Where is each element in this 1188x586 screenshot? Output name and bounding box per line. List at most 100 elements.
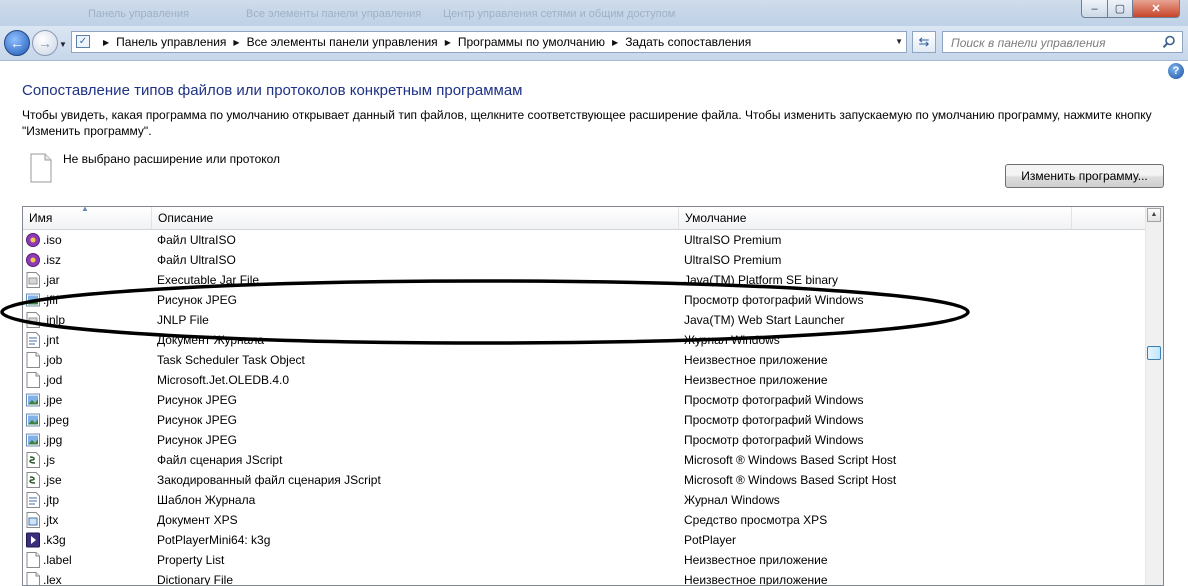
table-row[interactable]: .jpe Рисунок JPEG Просмотр фотографий Wind… — [23, 390, 1147, 410]
cell-name: .jtp — [43, 493, 60, 507]
table-row[interactable]: .job Task Scheduler Task Object Неизвестно… — [23, 350, 1147, 370]
cell-description: Рисунок JPEG — [157, 433, 237, 447]
image-file-icon — [26, 413, 40, 427]
cell-name: .k3g — [43, 533, 66, 547]
image-file-icon — [26, 393, 40, 407]
cell-default: Журнал Windows — [684, 333, 780, 347]
journal-file-icon — [26, 332, 40, 348]
cell-default: Неизвестное приложение — [684, 553, 828, 567]
cell-description: Файл UltraISO — [157, 253, 236, 267]
column-header-description[interactable]: Описание — [152, 207, 679, 229]
cell-description: Executable Jar File — [157, 273, 260, 287]
ghost-crumb: Все элементы панели управления — [246, 8, 422, 20]
cell-default: Microsoft ® Windows Based Script Host — [684, 473, 897, 487]
chevron-right-icon[interactable]: ▶ — [103, 38, 109, 47]
table-row[interactable]: .js Файл сценария JScript Microsoft ® Wind… — [23, 450, 1147, 470]
cell-description: Документ Журнала — [157, 333, 265, 347]
table-row[interactable]: .jfif Рисунок JPEG Просмотр фотографий Win… — [23, 290, 1147, 310]
cell-description: Рисунок JPEG — [157, 293, 237, 307]
table-row[interactable]: .jnt Документ Журнала Журнал Windows — [23, 330, 1147, 350]
blank-file-icon — [26, 552, 40, 568]
search-input[interactable] — [949, 34, 1153, 52]
cell-name: .jse — [43, 473, 62, 487]
cell-description: Файл сценария JScript — [157, 453, 283, 467]
scrollbar-thumb[interactable] — [1147, 346, 1161, 360]
cell-default: Средство просмотра XPS — [684, 513, 828, 527]
table-row[interactable]: .label Property List Неизвестное приложени… — [23, 550, 1147, 570]
ultraiso-icon — [26, 233, 40, 247]
table-row[interactable]: .iso Файл UltraISO UltraISO Premium — [23, 230, 1147, 250]
chevron-right-icon[interactable]: ▶ — [233, 38, 239, 47]
script-file-icon — [26, 472, 40, 488]
table-row[interactable]: .k3g PotPlayerMini64: k3g PotPlayer — [23, 530, 1147, 550]
address-dropdown-icon[interactable]: ▼ — [895, 37, 903, 46]
cell-default: UltraISO Premium — [684, 233, 782, 247]
file-association-list[interactable]: Имя ▲ Описание Умолчание .iso Файл UltraI… — [22, 206, 1164, 586]
table-row[interactable]: .jpg Рисунок JPEG Просмотр фотографий Wind… — [23, 430, 1147, 450]
window-controls: – ▢ ✕ — [1081, 0, 1180, 18]
cell-description: Закодированный файл сценария JScript — [157, 473, 381, 487]
cell-name: .jtx — [43, 513, 59, 527]
table-row[interactable]: .jod Microsoft.Jet.OLEDB.4.0 Неизвестное п… — [23, 370, 1147, 390]
maximize-button[interactable]: ▢ — [1108, 0, 1133, 18]
cell-default: Java(TM) Platform SE binary — [684, 273, 839, 287]
cell-name: .lex — [43, 573, 62, 586]
column-header-label: Описание — [158, 211, 214, 225]
table-row[interactable]: .lex Dictionary File Неизвестное приложени… — [23, 570, 1147, 586]
vertical-scrollbar[interactable]: ▲ — [1145, 207, 1163, 585]
table-row[interactable]: .jpeg Рисунок JPEG Просмотр фотографий Win… — [23, 410, 1147, 430]
table-row[interactable]: .jar Executable Jar File Java(TM) Platform… — [23, 270, 1147, 290]
table-row[interactable]: .jnlp JNLP File Java(TM) Web Start Launche… — [23, 310, 1147, 330]
recent-pages-dropdown[interactable]: ▼ — [59, 40, 67, 49]
refresh-icon: ⇆ — [918, 34, 930, 49]
xps-file-icon — [26, 512, 40, 528]
page-title: Сопоставление типов файлов или протоколо… — [22, 82, 523, 99]
cell-description: Документ XPS — [157, 513, 238, 527]
breadcrumb-item[interactable]: Панель управления — [116, 35, 226, 49]
cell-description: Рисунок JPEG — [157, 413, 237, 427]
cell-default: Просмотр фотографий Windows — [684, 393, 864, 407]
ultraiso-icon — [26, 253, 40, 267]
column-header-label: Имя — [29, 211, 53, 225]
cell-name: .isz — [43, 253, 61, 267]
minimize-icon: – — [1091, 2, 1098, 15]
table-row[interactable]: .isz Файл UltraISO UltraISO Premium — [23, 250, 1147, 270]
list-header: Имя ▲ Описание Умолчание — [23, 207, 1147, 230]
breadcrumb-item[interactable]: Программы по умолчанию — [458, 35, 605, 49]
java-file-icon — [26, 312, 40, 328]
cell-default: Неизвестное приложение — [684, 373, 828, 387]
address-bar[interactable]: ✓ ▶ Панель управления ▶ Все элементы пан… — [71, 31, 907, 53]
help-icon: ? — [1172, 65, 1180, 77]
cell-name: .jpeg — [43, 413, 70, 427]
table-row[interactable]: .jtp Шаблон Журнала Журнал Windows — [23, 490, 1147, 510]
java-file-icon — [26, 272, 40, 288]
close-button[interactable]: ✕ — [1133, 0, 1180, 18]
column-header-name[interactable]: Имя ▲ — [23, 207, 152, 229]
breadcrumb-item[interactable]: Все элементы панели управления — [247, 35, 438, 49]
cell-default: Журнал Windows — [684, 493, 780, 507]
help-button[interactable]: ? — [1168, 63, 1184, 79]
cell-name: .jod — [43, 373, 63, 387]
image-file-icon — [26, 433, 40, 447]
cell-default: Microsoft ® Windows Based Script Host — [684, 453, 897, 467]
cell-default: PotPlayer — [684, 533, 737, 547]
column-header-default[interactable]: Умолчание — [679, 207, 1072, 229]
breadcrumb-item[interactable]: Задать сопоставления — [625, 35, 751, 49]
chevron-right-icon[interactable]: ▶ — [612, 38, 618, 47]
journal-file-icon — [26, 492, 40, 508]
change-program-button[interactable]: Изменить программу... — [1005, 164, 1164, 188]
search-icon[interactable] — [1162, 35, 1176, 49]
scroll-up-button[interactable]: ▲ — [1147, 208, 1161, 222]
cell-name: .iso — [43, 233, 62, 247]
minimize-button[interactable]: – — [1081, 0, 1108, 18]
cell-default: Просмотр фотографий Windows — [684, 293, 864, 307]
refresh-button[interactable]: ⇆ — [912, 31, 936, 53]
back-button[interactable]: ← — [4, 30, 30, 56]
chevron-right-icon[interactable]: ▶ — [445, 38, 451, 47]
cell-description: Шаблон Журнала — [157, 493, 256, 507]
cell-default: Просмотр фотографий Windows — [684, 433, 864, 447]
forward-button[interactable]: → — [32, 30, 58, 56]
table-row[interactable]: .jtx Документ XPS Средство просмотра XPS — [23, 510, 1147, 530]
column-header-label: Умолчание — [685, 211, 747, 225]
table-row[interactable]: .jse Закодированный файл сценария JScript… — [23, 470, 1147, 490]
